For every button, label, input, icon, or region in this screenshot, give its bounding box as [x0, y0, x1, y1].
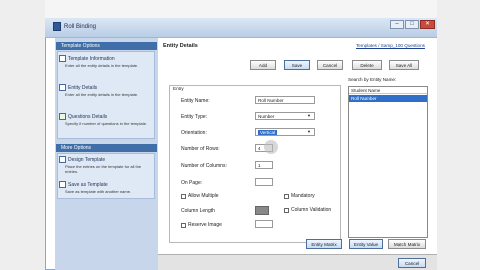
- maximize-icon[interactable]: □: [405, 20, 419, 29]
- nav-item-save-as-template[interactable]: Save as Template: [68, 182, 108, 188]
- on-page-stepper[interactable]: [255, 178, 273, 186]
- orientation-select[interactable]: Vertical: [255, 128, 315, 136]
- reserve-image-input[interactable]: [255, 220, 273, 228]
- chevron-down-icon: ▼: [307, 129, 311, 134]
- window-title: Roll Binding: [64, 24, 97, 30]
- outer-background-left: [0, 0, 45, 270]
- design-icon: [59, 156, 66, 163]
- list-header: Student Name: [349, 87, 427, 94]
- column-validation-checkbox[interactable]: [284, 208, 289, 213]
- column-validation-label: Column Validation: [291, 207, 332, 213]
- cancel-window-button[interactable]: Cancel: [398, 258, 426, 268]
- nav-item-template-information[interactable]: Template Information: [68, 56, 115, 62]
- save-icon: [59, 181, 66, 188]
- nav-desc-template-information: Enter all the entity details in the temp…: [65, 63, 139, 68]
- entity-name-label: Entity Name:: [181, 98, 210, 104]
- search-label: Search by Entity Name:: [348, 77, 397, 82]
- mouse-cursor-highlight: [264, 140, 278, 154]
- nav-desc-design-template: Place the entries on the template for al…: [65, 164, 142, 174]
- entity-matrix-button[interactable]: Entity Matrix: [306, 239, 342, 249]
- chevron-down-icon: ▼: [307, 113, 311, 118]
- orientation-value: Vertical: [258, 130, 278, 135]
- document-icon: [59, 55, 66, 62]
- delete-button[interactable]: Delete: [352, 60, 382, 70]
- list-item-selected[interactable]: Roll Number: [349, 95, 427, 102]
- mandatory-label: Mandatory: [291, 193, 315, 199]
- column-length-label: Column Length: [181, 208, 215, 214]
- page-title: Entity Details: [163, 43, 198, 49]
- app-icon: [53, 22, 61, 31]
- nav-desc-save-as-template: Save as template with another name.: [65, 189, 132, 194]
- allow-multiple-checkbox[interactable]: [181, 194, 186, 199]
- reserve-image-label: Reserve Image: [188, 222, 222, 228]
- outer-background-right: [437, 0, 480, 270]
- close-icon[interactable]: ✕: [420, 20, 435, 29]
- title-bar: [45, 18, 437, 38]
- match-matrix-button[interactable]: Match Matrix: [388, 239, 426, 249]
- entity-list[interactable]: [348, 86, 428, 238]
- entity-name-input[interactable]: Roll Number: [255, 96, 315, 104]
- nav-desc-entity-details: Enter all the entity details in the temp…: [65, 92, 139, 97]
- allow-multiple-label: Allow Multiple: [188, 193, 219, 199]
- grid-icon: [59, 84, 66, 91]
- on-page-label: On Page:: [181, 180, 203, 186]
- nav-desc-questions-details: Specify if number of questions in the te…: [65, 121, 148, 126]
- orientation-label: Orientation:: [181, 130, 207, 136]
- entity-value-button[interactable]: Entity Value: [349, 239, 383, 249]
- cancel-button[interactable]: Cancel: [317, 60, 343, 70]
- nav-item-questions-details[interactable]: Questions Details: [68, 114, 107, 120]
- rows-label: Number of Rows:: [181, 146, 220, 152]
- columns-label: Number of Columns:: [181, 163, 227, 169]
- nav-item-entity-details[interactable]: Entity Details: [68, 85, 97, 91]
- save-all-button[interactable]: Save All: [389, 60, 419, 70]
- check-icon: [59, 113, 66, 120]
- entity-type-value: Number: [258, 114, 275, 119]
- reserve-image-checkbox[interactable]: [181, 223, 186, 228]
- column-length-input[interactable]: [255, 206, 269, 215]
- add-button[interactable]: Add: [250, 60, 276, 70]
- minimize-icon[interactable]: –: [390, 20, 404, 29]
- mandatory-checkbox[interactable]: [284, 194, 289, 199]
- entity-type-label: Entity Type:: [181, 114, 208, 120]
- bottom-strip: [158, 254, 437, 270]
- entry-group-label: Entry: [173, 86, 184, 91]
- more-options-header: More Options: [56, 144, 157, 152]
- template-options-header: Template Options: [56, 42, 157, 50]
- save-button[interactable]: Save: [284, 60, 310, 70]
- columns-stepper[interactable]: 1: [255, 161, 273, 169]
- nav-item-design-template[interactable]: Design Template: [68, 157, 105, 163]
- entity-type-select[interactable]: Number: [255, 112, 315, 120]
- template-link[interactable]: Templates / Samp_100 Questions: [356, 43, 425, 48]
